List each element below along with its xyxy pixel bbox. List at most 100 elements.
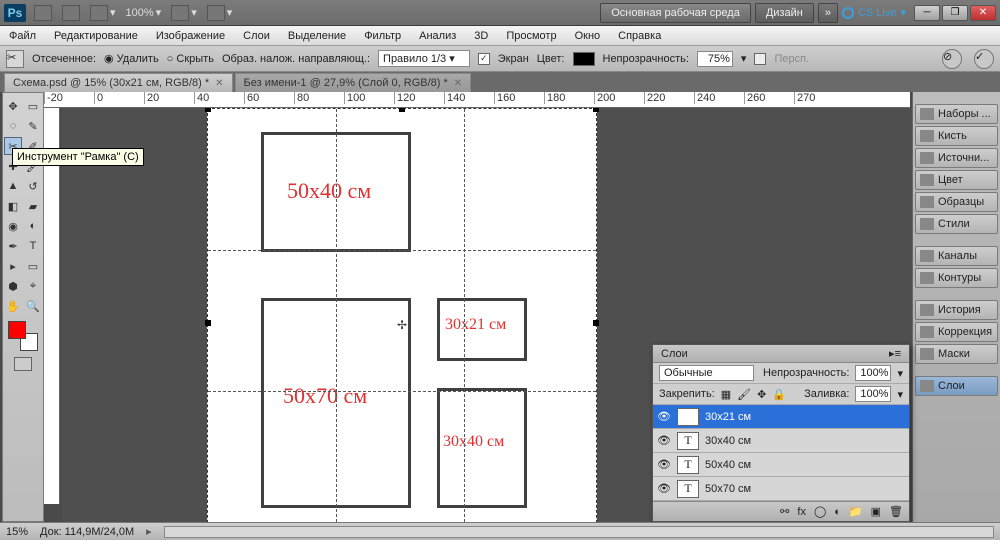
menu-filter[interactable]: Фильтр: [355, 30, 410, 42]
visibility-icon[interactable]: 👁: [657, 434, 671, 448]
arrange-documents-icon[interactable]: ▾: [171, 5, 197, 21]
3d-tool[interactable]: ⬢: [4, 277, 22, 295]
menu-image[interactable]: Изображение: [147, 30, 234, 42]
eraser-tool[interactable]: ◧: [4, 197, 22, 215]
status-arrow-icon[interactable]: ▸: [146, 525, 152, 538]
menu-layers[interactable]: Слои: [234, 30, 279, 42]
layer-row[interactable]: 👁T30x40 см: [653, 429, 909, 453]
hand-tool[interactable]: ✋: [4, 297, 22, 315]
blur-tool[interactable]: ◉: [4, 217, 22, 235]
status-doc-size[interactable]: Док: 114,9M/24,0M: [40, 526, 134, 538]
menu-3d[interactable]: 3D: [465, 30, 497, 42]
cs-live-button[interactable]: CS Live▾: [842, 6, 906, 19]
dodge-tool[interactable]: ◐: [24, 217, 42, 235]
menu-window[interactable]: Окно: [566, 30, 610, 42]
maximize-button[interactable]: ❐: [942, 5, 968, 21]
blend-mode-select[interactable]: Обычные: [659, 365, 754, 381]
menu-select[interactable]: Выделение: [279, 30, 355, 42]
layers-panel-tab[interactable]: Слои▸≡: [653, 345, 909, 363]
workspace-design-button[interactable]: Дизайн: [755, 3, 814, 23]
panel-menu-icon[interactable]: ▸≡: [889, 347, 901, 360]
fx-icon[interactable]: fx: [797, 506, 806, 518]
marquee-tool[interactable]: ▭: [24, 97, 42, 115]
layer-row[interactable]: 👁T50x70 см: [653, 477, 909, 501]
layers-panel[interactable]: Слои▸≡ Обычные Непрозрачность: 100%▾ Зак…: [652, 344, 910, 522]
pen-tool[interactable]: ✒: [4, 237, 22, 255]
delete-radio[interactable]: ◉ Удалить: [104, 52, 159, 65]
fg-color-swatch[interactable]: [8, 321, 26, 339]
horizontal-scrollbar[interactable]: [164, 526, 994, 538]
dock-clone-source[interactable]: Источни...: [915, 148, 998, 168]
path-select-tool[interactable]: ▸: [4, 257, 22, 275]
layer-opacity-field[interactable]: 100%: [855, 365, 891, 381]
dock-color[interactable]: Цвет: [915, 170, 998, 190]
screen-mode-icon[interactable]: ▾: [207, 5, 233, 21]
dock-paths[interactable]: Контуры: [915, 268, 998, 288]
layer-name[interactable]: 50x70 см: [705, 483, 751, 495]
quick-mask-toggle[interactable]: [14, 357, 32, 371]
minimize-button[interactable]: ─: [914, 5, 940, 21]
doc-tab[interactable]: Без имени-1 @ 27,9% (Слой 0, RGB/8) *✕: [235, 73, 472, 92]
dock-styles[interactable]: Стили: [915, 214, 998, 234]
layer-name[interactable]: 50x40 см: [705, 459, 751, 471]
dropdown-icon[interactable]: ▾: [897, 388, 903, 401]
menu-help[interactable]: Справка: [609, 30, 670, 42]
dock-brush[interactable]: Кисть: [915, 126, 998, 146]
group-icon[interactable]: 📁: [849, 505, 863, 518]
visibility-icon[interactable]: 👁: [657, 482, 671, 496]
dock-brush-presets[interactable]: Наборы ...: [915, 104, 998, 124]
visibility-icon[interactable]: 👁: [657, 410, 671, 424]
close-tab-icon[interactable]: ✕: [454, 78, 462, 89]
cancel-crop-icon[interactable]: ⊘: [942, 49, 962, 69]
fill-field[interactable]: 100%: [855, 386, 891, 402]
layer-mask-icon[interactable]: ◯: [814, 505, 826, 518]
zoom-tool[interactable]: 🔍: [24, 297, 42, 315]
layer-name[interactable]: 30x21 см: [705, 411, 751, 423]
dock-history[interactable]: История: [915, 300, 998, 320]
shape-tool[interactable]: ▭: [24, 257, 42, 275]
screen-checkbox[interactable]: ✓: [478, 53, 490, 65]
lock-position-icon[interactable]: ✥: [757, 388, 766, 401]
lock-all-icon[interactable]: 🔒: [772, 388, 786, 401]
shield-color-swatch[interactable]: [573, 52, 595, 66]
dropdown-icon[interactable]: ▾: [897, 367, 903, 380]
move-tool[interactable]: ✥: [4, 97, 22, 115]
link-layers-icon[interactable]: ⚯: [780, 505, 789, 518]
close-tab-icon[interactable]: ✕: [215, 78, 223, 89]
history-brush-tool[interactable]: ↺: [24, 177, 42, 195]
lock-transparency-icon[interactable]: ▦: [721, 388, 731, 401]
layer-row[interactable]: 👁T30x21 см: [653, 405, 909, 429]
lock-pixels-icon[interactable]: 🖌: [737, 388, 751, 401]
dock-layers[interactable]: Слои: [915, 376, 998, 396]
crop-selection[interactable]: ✢: [207, 108, 597, 522]
visibility-icon[interactable]: 👁: [657, 458, 671, 472]
quick-select-tool[interactable]: ✎: [24, 117, 42, 135]
commit-crop-icon[interactable]: ✓: [974, 49, 994, 69]
menu-file[interactable]: Файл: [0, 30, 45, 42]
menu-analysis[interactable]: Анализ: [410, 30, 465, 42]
stamp-tool[interactable]: ▲: [4, 177, 22, 195]
layer-name[interactable]: 30x40 см: [705, 435, 751, 447]
menu-edit[interactable]: Редактирование: [45, 30, 147, 42]
overlay-select[interactable]: Правило 1/3 ▾: [378, 50, 470, 67]
type-tool[interactable]: T: [24, 237, 42, 255]
layer-row[interactable]: 👁T50x40 см: [653, 453, 909, 477]
dock-masks[interactable]: Маски: [915, 344, 998, 364]
view-extras-icon[interactable]: ▾: [90, 5, 116, 21]
opacity-dropdown-icon[interactable]: ▾: [741, 52, 747, 65]
launch-bridge-icon[interactable]: [34, 5, 52, 21]
dock-adjustments[interactable]: Коррекция: [915, 322, 998, 342]
zoom-level[interactable]: 100% ▾: [126, 6, 162, 19]
close-button[interactable]: ✕: [970, 5, 996, 21]
3d-camera-tool[interactable]: ⌖: [24, 277, 42, 295]
dock-channels[interactable]: Каналы: [915, 246, 998, 266]
adjustment-layer-icon[interactable]: ◐: [834, 506, 841, 518]
delete-layer-icon[interactable]: 🗑: [889, 505, 903, 518]
hide-radio[interactable]: ○ Скрыть: [167, 53, 214, 65]
gradient-tool[interactable]: ▰: [24, 197, 42, 215]
status-zoom[interactable]: 15%: [6, 526, 28, 538]
color-picker[interactable]: [8, 321, 38, 351]
doc-tab-active[interactable]: Схема.psd @ 15% (30x21 см, RGB/8) *✕: [4, 73, 233, 92]
lasso-tool[interactable]: ◌: [4, 117, 22, 135]
dock-swatches[interactable]: Образцы: [915, 192, 998, 212]
